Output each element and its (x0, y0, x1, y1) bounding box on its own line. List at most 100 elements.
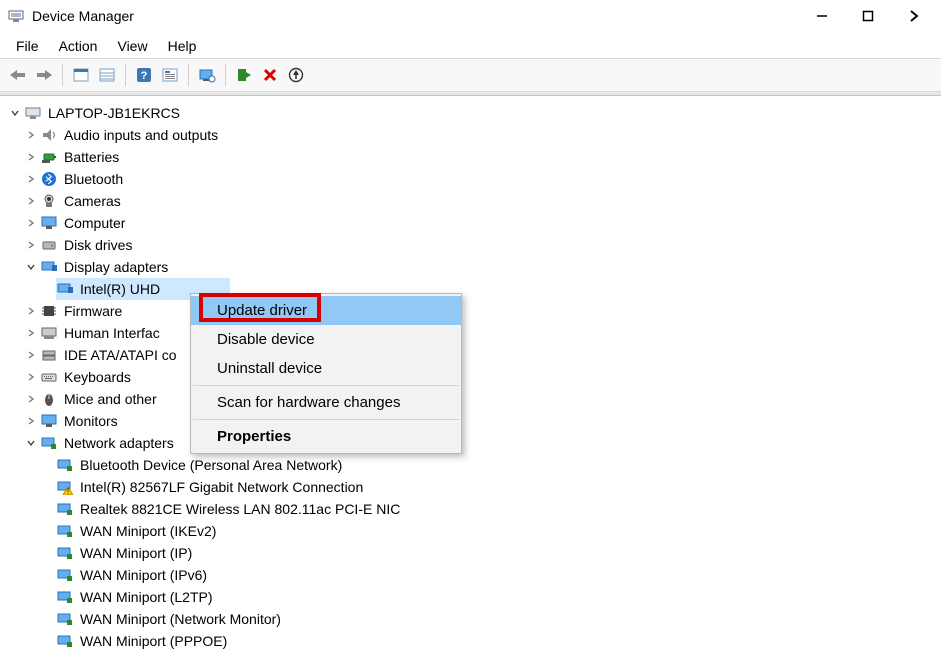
maximize-button[interactable] (845, 0, 891, 32)
device-wan-pppoe[interactable]: WAN Miniport (PPPOE) (8, 630, 933, 652)
root-label: LAPTOP-JB1EKRCS (48, 102, 180, 124)
category-ide[interactable]: IDE ATA/ATAPI co (8, 344, 933, 366)
enable-button[interactable] (232, 63, 256, 87)
show-hidden-button[interactable] (69, 63, 93, 87)
category-network[interactable]: Network adapters (8, 432, 933, 454)
chevron-right-icon[interactable] (24, 216, 38, 230)
chevron-down-icon[interactable] (24, 260, 38, 274)
category-audio[interactable]: Audio inputs and outputs (8, 124, 933, 146)
device-label: WAN Miniport (L2TP) (80, 586, 213, 608)
chevron-right-icon[interactable] (24, 172, 38, 186)
titlebar: Device Manager (0, 0, 941, 32)
back-button[interactable] (6, 63, 30, 87)
category-keyboards[interactable]: Keyboards (8, 366, 933, 388)
chevron-right-icon[interactable] (24, 348, 38, 362)
menu-file[interactable]: File (8, 36, 47, 56)
category-computer[interactable]: Computer (8, 212, 933, 234)
category-disk[interactable]: Disk drives (8, 234, 933, 256)
device-wan-ikev2[interactable]: WAN Miniport (IKEv2) (8, 520, 933, 542)
context-disable-device[interactable]: Disable device (191, 325, 461, 354)
chevron-down-icon[interactable] (8, 106, 22, 120)
chevron-right-icon[interactable] (24, 392, 38, 406)
hid-icon (40, 324, 58, 342)
category-display[interactable]: Display adapters (8, 256, 933, 278)
device-realtek-wifi[interactable]: Realtek 8821CE Wireless LAN 802.11ac PCI… (8, 498, 933, 520)
category-label: Disk drives (64, 234, 132, 256)
category-firmware[interactable]: Firmware (8, 300, 933, 322)
context-properties[interactable]: Properties (191, 422, 461, 451)
network-adapter-icon (40, 434, 58, 452)
device-label: WAN Miniport (PPPOE) (80, 630, 227, 652)
keyboard-icon (40, 368, 58, 386)
chevron-right-icon[interactable] (24, 194, 38, 208)
scan-button[interactable] (195, 63, 219, 87)
chip-icon (40, 302, 58, 320)
context-update-driver[interactable]: Update driver (191, 296, 461, 325)
category-label: Cameras (64, 190, 121, 212)
menubar: File Action View Help (0, 32, 941, 58)
chevron-right-icon[interactable] (24, 326, 38, 340)
network-adapter-icon (56, 588, 74, 606)
chevron-right-icon[interactable] (24, 150, 38, 164)
category-label: Human Interfac (64, 322, 160, 344)
network-adapter-warning-icon: ! (56, 478, 74, 496)
toolbar-separator (225, 64, 226, 86)
category-mice[interactable]: Mice and other (8, 388, 933, 410)
tree-root[interactable]: LAPTOP-JB1EKRCS (8, 102, 933, 124)
device-label: WAN Miniport (IP) (80, 542, 192, 564)
category-monitors[interactable]: Monitors (8, 410, 933, 432)
context-uninstall-device[interactable]: Uninstall device (191, 354, 461, 383)
category-label: Batteries (64, 146, 119, 168)
chevron-down-icon[interactable] (24, 436, 38, 450)
display-adapter-icon (40, 258, 58, 276)
app-icon (8, 8, 24, 24)
bluetooth-icon (40, 170, 58, 188)
device-label: Intel(R) UHD (80, 278, 160, 300)
window-title: Device Manager (32, 8, 134, 24)
speaker-icon (40, 126, 58, 144)
update-driver-button[interactable] (284, 63, 308, 87)
category-batteries[interactable]: Batteries (8, 146, 933, 168)
device-bt-pan[interactable]: Bluetooth Device (Personal Area Network) (8, 454, 933, 476)
device-tree[interactable]: LAPTOP-JB1EKRCS Audio inputs and outputs… (0, 96, 941, 670)
toolbar-separator (62, 64, 63, 86)
category-label: Bluetooth (64, 168, 123, 190)
chevron-right-icon[interactable] (24, 238, 38, 252)
category-hid[interactable]: Human Interfac (8, 322, 933, 344)
device-label: Realtek 8821CE Wireless LAN 802.11ac PCI… (80, 498, 400, 520)
menu-help[interactable]: Help (160, 36, 205, 56)
devices-by-type-button[interactable] (95, 63, 119, 87)
chevron-right-icon[interactable] (24, 304, 38, 318)
device-wan-l2tp[interactable]: WAN Miniport (L2TP) (8, 586, 933, 608)
device-intel-uhd[interactable]: Intel(R) UHD (8, 278, 933, 300)
help-button[interactable]: ? (132, 63, 156, 87)
category-cameras[interactable]: Cameras (8, 190, 933, 212)
device-wan-ip[interactable]: WAN Miniport (IP) (8, 542, 933, 564)
mouse-icon (40, 390, 58, 408)
category-label: Audio inputs and outputs (64, 124, 218, 146)
next-button[interactable] (891, 0, 937, 32)
category-label: Monitors (64, 410, 118, 432)
minimize-button[interactable] (799, 0, 845, 32)
chevron-right-icon[interactable] (24, 128, 38, 142)
device-intel-nic[interactable]: ! Intel(R) 82567LF Gigabit Network Conne… (8, 476, 933, 498)
category-bluetooth[interactable]: Bluetooth (8, 168, 933, 190)
uninstall-button[interactable] (258, 63, 282, 87)
menu-view[interactable]: View (109, 36, 155, 56)
properties-button[interactable] (158, 63, 182, 87)
chevron-right-icon[interactable] (24, 414, 38, 428)
category-label: Mice and other (64, 388, 157, 410)
forward-button[interactable] (32, 63, 56, 87)
device-wan-ipv6[interactable]: WAN Miniport (IPv6) (8, 564, 933, 586)
chevron-right-icon[interactable] (24, 370, 38, 384)
menu-action[interactable]: Action (51, 36, 106, 56)
device-wan-netmon[interactable]: WAN Miniport (Network Monitor) (8, 608, 933, 630)
context-scan-hardware[interactable]: Scan for hardware changes (191, 388, 461, 417)
monitor-icon (40, 214, 58, 232)
toolbar-separator (188, 64, 189, 86)
context-separator (193, 385, 459, 386)
device-label: WAN Miniport (IPv6) (80, 564, 207, 586)
device-label: WAN Miniport (IKEv2) (80, 520, 216, 542)
category-label: Keyboards (64, 366, 131, 388)
category-label: IDE ATA/ATAPI co (64, 344, 177, 366)
